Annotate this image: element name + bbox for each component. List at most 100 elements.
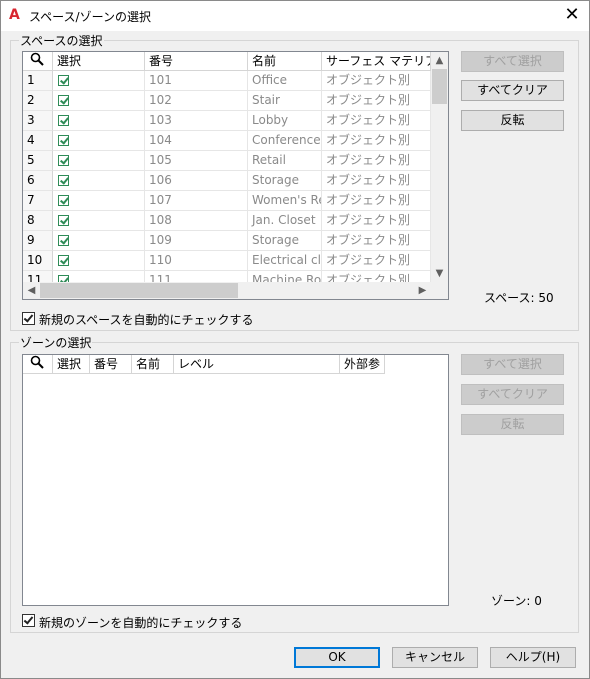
row-number: 102 [145,91,248,111]
scroll-right-icon[interactable]: ▶ [414,282,431,299]
column-header-number[interactable]: 番号 [90,355,132,374]
row-select-checkbox[interactable] [53,111,145,131]
auto-check-zones-checkbox[interactable] [22,614,35,627]
check-icon[interactable] [58,135,69,146]
column-header-name[interactable]: 名前 [248,52,322,71]
zones-clear-all-button[interactable]: すべてクリア [461,384,564,405]
row-index: 10 [23,251,53,271]
row-material: オブジェクト別 [322,131,431,151]
search-icon[interactable] [23,52,53,71]
row-number: 108 [145,211,248,231]
row-select-checkbox[interactable] [53,71,145,91]
row-index: 4 [23,131,53,151]
row-number: 109 [145,231,248,251]
column-header-select[interactable]: 選択 [53,52,145,71]
column-header-level[interactable]: レベル [174,355,340,374]
zones-group-label: ゾーンの選択 [19,334,93,351]
table-row[interactable]: 6 106 Storage オブジェクト別 [23,171,431,191]
table-row[interactable]: 2 102 Stair オブジェクト別 [23,91,431,111]
table-row[interactable]: 1 101 Office オブジェクト別 [23,71,431,91]
row-name: Stair [248,91,322,111]
check-icon[interactable] [58,215,69,226]
row-index: 9 [23,231,53,251]
spaces-vertical-scrollbar[interactable]: ▲ ▼ [431,52,448,282]
table-row[interactable]: 5 105 Retail オブジェクト別 [23,151,431,171]
table-row[interactable]: 7 107Women's Resオブジェクト別 [23,191,431,211]
close-icon[interactable]: ✕ [561,4,583,26]
horizontal-scroll-thumb[interactable] [40,283,238,298]
spaces-count: スペース: 50 [484,291,554,305]
zones-select-all-button[interactable]: すべて選択 [461,354,564,375]
row-index: 7 [23,191,53,211]
scroll-left-icon[interactable]: ◀ [23,282,40,299]
row-select-checkbox[interactable] [53,211,145,231]
row-name: Storage [248,231,322,251]
row-number: 103 [145,111,248,131]
check-icon[interactable] [58,95,69,106]
spaces-horizontal-scrollbar[interactable]: ◀ ▶ [23,282,431,299]
row-select-checkbox[interactable] [53,171,145,191]
table-row[interactable]: 4 104Conference Rオブジェクト別 [23,131,431,151]
scroll-down-icon[interactable]: ▼ [431,265,448,282]
scroll-up-icon[interactable]: ▲ [431,52,448,69]
row-material: オブジェクト別 [322,231,431,251]
column-header-select[interactable]: 選択 [53,355,90,374]
window-title: スペース/ゾーンの選択 [29,10,152,24]
row-select-checkbox[interactable] [53,91,145,111]
check-icon[interactable] [58,115,69,126]
zones-invert-button[interactable]: 反転 [461,414,564,435]
auto-check-spaces-checkbox[interactable] [22,312,35,325]
row-material: オブジェクト別 [322,251,431,271]
row-number: 107 [145,191,248,211]
row-select-checkbox[interactable] [53,231,145,251]
row-index: 8 [23,211,53,231]
spaces-clear-all-button[interactable]: すべてクリア [461,80,564,101]
row-name: Lobby [248,111,322,131]
spaces-select-all-button[interactable]: すべて選択 [461,51,564,72]
table-row[interactable]: 9 109 Storage オブジェクト別 [23,231,431,251]
check-icon[interactable] [58,195,69,206]
row-material: オブジェクト別 [322,171,431,191]
column-header-surface-material[interactable]: サーフェス マテリアルの [322,52,431,71]
check-icon[interactable] [58,75,69,86]
row-number: 110 [145,251,248,271]
zones-list[interactable]: 選択 番号 名前 レベル 外部参 [22,354,449,606]
scroll-corner [431,282,448,299]
row-select-checkbox[interactable] [53,151,145,171]
table-row[interactable]: 10 110Electrical closオブジェクト別 [23,251,431,271]
search-icon[interactable] [23,355,53,374]
row-number: 105 [145,151,248,171]
row-material: オブジェクト別 [322,211,431,231]
row-name: Office [248,71,322,91]
row-index: 3 [23,111,53,131]
check-icon[interactable] [58,255,69,266]
column-header-number[interactable]: 番号 [145,52,248,71]
zones-count: ゾーン: 0 [491,594,542,608]
check-icon[interactable] [58,155,69,166]
row-index: 5 [23,151,53,171]
row-name: Storage [248,171,322,191]
cancel-button[interactable]: キャンセル [392,647,478,668]
row-select-checkbox[interactable] [53,251,145,271]
row-name: Women's Res [248,191,322,211]
auto-check-spaces-label: 新規のスペースを自動的にチェックする [39,313,254,327]
table-row[interactable]: 3 103 Lobby オブジェクト別 [23,111,431,131]
check-icon[interactable] [58,175,69,186]
spaces-invert-button[interactable]: 反転 [461,110,564,131]
check-icon[interactable] [58,235,69,246]
vertical-scroll-thumb[interactable] [432,69,447,104]
help-button[interactable]: ヘルプ(H) [490,647,576,668]
column-header-name[interactable]: 名前 [132,355,174,374]
row-select-checkbox[interactable] [53,191,145,211]
row-material: オブジェクト別 [322,91,431,111]
column-header-xref[interactable]: 外部参 [340,355,385,374]
row-number: 101 [145,71,248,91]
row-index: 1 [23,71,53,91]
row-number: 104 [145,131,248,151]
table-row[interactable]: 8 108 Jan. Closet オブジェクト別 [23,211,431,231]
row-index: 2 [23,91,53,111]
ok-button[interactable]: OK [294,647,380,668]
row-select-checkbox[interactable] [53,131,145,151]
spaces-list[interactable]: 選択 番号 名前 サーフェス マテリアルの 1101Officeオブジェクト別2… [22,51,449,300]
autocad-logo-icon: A [9,7,20,23]
